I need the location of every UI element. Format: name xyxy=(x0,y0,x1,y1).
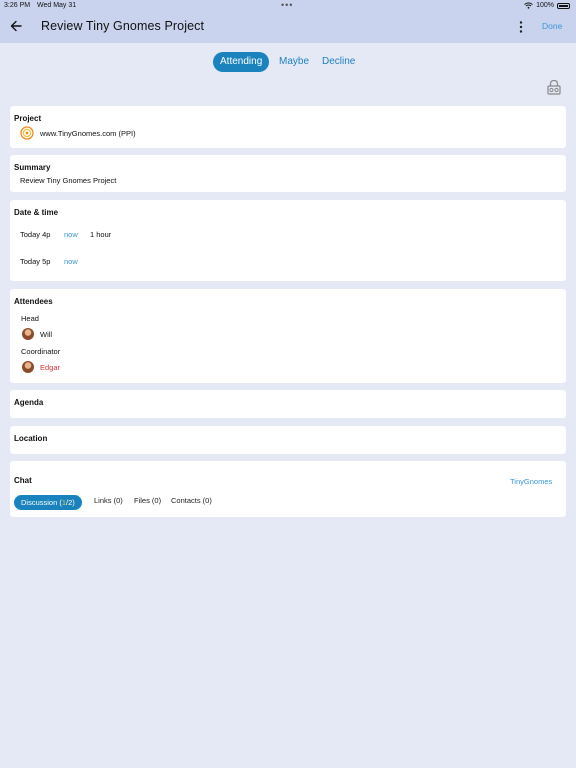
discussion-tab-label: Discussion ( xyxy=(21,498,62,507)
back-arrow-icon[interactable] xyxy=(8,18,24,34)
summary-card[interactable]: Summary Review Tiny Gnomes Project xyxy=(10,155,566,192)
attending-button[interactable]: Attending xyxy=(213,52,270,72)
tab-contacts[interactable]: Contacts (0) xyxy=(171,496,212,505)
battery-icon xyxy=(557,2,570,9)
page-title: Review Tiny Gnomes Project xyxy=(41,19,205,33)
target-icon xyxy=(20,126,34,140)
coordinator-attendee-name[interactable]: Edgar xyxy=(40,363,60,372)
top-bar: 3:26 PM Wed May 31 ••• 100% Review Tiny … xyxy=(0,0,576,43)
location-card[interactable]: Location xyxy=(10,426,566,454)
coordinator-role-label: Coordinator xyxy=(21,347,61,356)
status-date: Wed May 31 xyxy=(37,2,77,9)
edgar-avatar xyxy=(22,361,34,373)
rsvp-segmented-control: Attending Maybe Decline xyxy=(0,52,576,72)
head-attendee-name[interactable]: Will xyxy=(40,330,52,339)
end-now-link[interactable]: now xyxy=(64,257,78,266)
discussion-tab-total: /2) xyxy=(66,498,75,507)
head-role-label: Head xyxy=(21,314,39,323)
date-time-label: Date & time xyxy=(14,208,59,217)
will-avatar xyxy=(22,328,34,340)
decline-button[interactable]: Decline xyxy=(322,52,355,72)
attendees-label: Attendees xyxy=(14,297,53,306)
lock-icon[interactable] xyxy=(546,79,562,95)
chat-card: Chat TinyGnomes Discussion (1/2) Links (… xyxy=(10,461,566,517)
summary-label: Summary xyxy=(14,163,51,172)
multitasking-dots-icon[interactable]: ••• xyxy=(281,0,293,10)
more-vertical-icon[interactable] xyxy=(517,19,525,35)
agenda-label: Agenda xyxy=(14,398,44,407)
project-label: Project xyxy=(14,114,42,123)
status-indicators: 100% xyxy=(524,2,570,9)
project-value[interactable]: www.TinyGnomes.com (PPI) xyxy=(40,129,136,138)
tab-files[interactable]: Files (0) xyxy=(134,496,161,505)
tab-discussion[interactable]: Discussion (1/2) xyxy=(14,495,82,510)
location-label: Location xyxy=(14,434,48,443)
start-now-link[interactable]: now xyxy=(64,230,78,239)
start-datetime[interactable]: Today 4p xyxy=(20,230,50,239)
date-time-card: Date & time Today 4p now 1 hour Today 5p… xyxy=(10,200,566,281)
wifi-icon xyxy=(524,2,533,9)
tab-links[interactable]: Links (0) xyxy=(94,496,123,505)
maybe-button[interactable]: Maybe xyxy=(279,52,309,72)
attendees-card: Attendees Head Will Coordinator Edgar xyxy=(10,289,566,383)
done-button[interactable]: Done xyxy=(542,21,562,31)
project-card[interactable]: Project www.TinyGnomes.com (PPI) xyxy=(10,106,566,148)
duration-value[interactable]: 1 hour xyxy=(90,230,111,239)
battery-percent: 100% xyxy=(536,2,554,9)
status-time: 3:26 PM xyxy=(4,2,31,9)
end-datetime[interactable]: Today 5p xyxy=(20,257,50,266)
chat-channel-link[interactable]: TinyGnomes xyxy=(510,477,552,486)
agenda-card[interactable]: Agenda xyxy=(10,390,566,418)
chat-label: Chat xyxy=(14,476,32,485)
summary-value[interactable]: Review Tiny Gnomes Project xyxy=(20,176,116,185)
